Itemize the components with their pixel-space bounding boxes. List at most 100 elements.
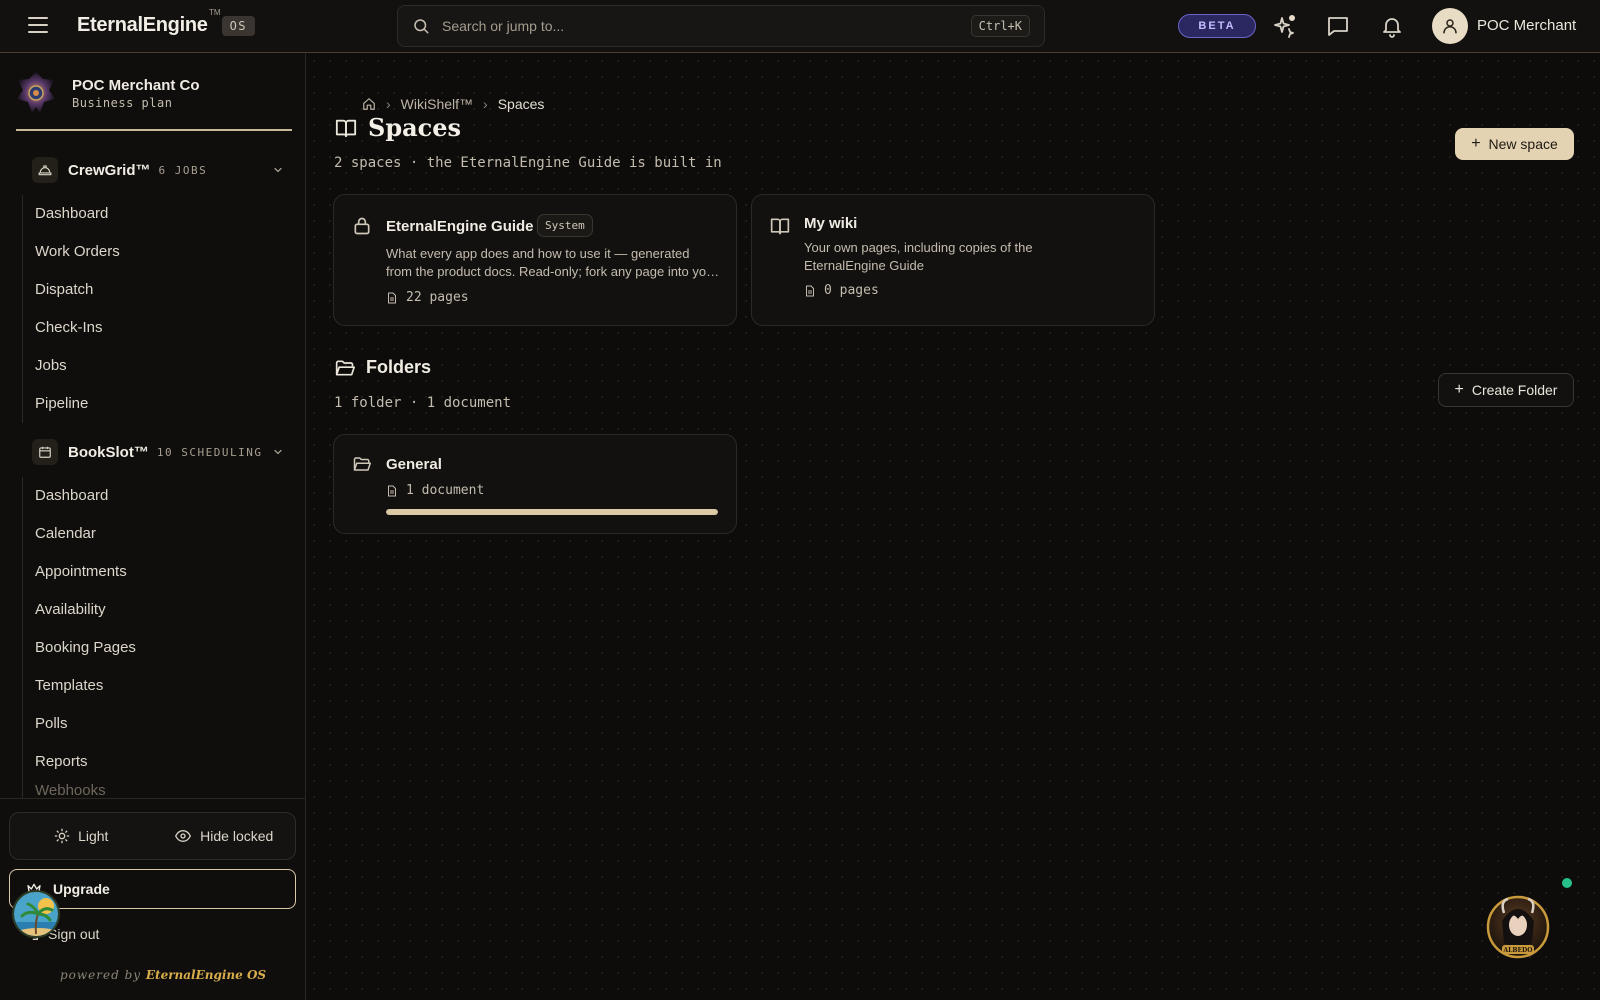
nav-bookslot-templates[interactable]: Templates [23, 667, 292, 705]
folder-card-general[interactable]: General 1 document [333, 434, 737, 534]
nav-bookslot-reports[interactable]: Reports [23, 743, 292, 781]
space-page-count: 22 pages [386, 290, 469, 305]
view-toggles: Light Hide locked [9, 812, 296, 860]
org-switcher[interactable]: POC Merchant Co Business plan [16, 71, 292, 131]
folders-subtitle: 1 folder · 1 document [334, 395, 512, 411]
folder-progress-bar [386, 509, 718, 515]
app-meta: 6 JOBS [158, 163, 208, 177]
home-icon[interactable] [362, 97, 376, 111]
powered-prefix: powered by [60, 968, 142, 982]
app-meta: 10 SCHEDULING [156, 445, 263, 459]
assistant-avatar-label: ALBEDO [1503, 947, 1533, 954]
breadcrumb: › WikiShelf™ › Spaces [362, 96, 544, 112]
brand-os-badge: OS [221, 15, 256, 36]
space-description-line2: from the product docs. Read-only; fork a… [386, 264, 720, 279]
sun-icon [54, 828, 70, 844]
folders-heading: Folders [334, 357, 431, 378]
space-card-guide[interactable]: EternalEngine Guide System What every ap… [333, 194, 737, 326]
search-bar[interactable]: Ctrl+K [397, 5, 1045, 47]
space-description-line2: EternalEngine Guide [804, 258, 924, 273]
hardhat-icon [32, 157, 58, 183]
user-icon [1443, 19, 1457, 34]
chat-icon[interactable] [1326, 14, 1350, 38]
nav-bookslot-appointments[interactable]: Appointments [23, 553, 292, 591]
page-subtitle: 2 spaces · the EternalEngine Guide is bu… [334, 155, 722, 171]
document-icon [806, 285, 814, 296]
assistant-avatar-button[interactable]: ALBEDO [1486, 891, 1550, 961]
powered-brand: EternalEngine OS [145, 968, 267, 982]
app-bookslot[interactable]: BookSlot™ 10 SCHEDULING [32, 438, 290, 466]
folder-open-icon [353, 457, 371, 471]
lock-icon [354, 217, 370, 235]
nav-crewgrid-pipeline[interactable]: Pipeline [23, 385, 292, 423]
new-space-label: New space [1488, 136, 1558, 152]
system-badge: System [537, 214, 593, 237]
space-pages: 0 pages [824, 283, 879, 298]
assistant-avatar-icon: ALBEDO [1486, 895, 1550, 959]
powered-by: powered by EternalEngine OS [60, 968, 266, 982]
app-name: BookSlot™ [68, 443, 149, 461]
brand-trademark: TM [209, 8, 221, 17]
page-title: Spaces [334, 113, 461, 142]
theme-toggle[interactable]: Light [10, 813, 153, 859]
nav-bookslot-booking-pages[interactable]: Booking Pages [23, 629, 292, 667]
chevron-down-icon[interactable] [272, 446, 284, 458]
app-crewgrid[interactable]: CrewGrid™ 6 JOBS [32, 156, 290, 184]
sign-out-label: Sign out [48, 926, 100, 942]
upgrade-label: Upgrade [53, 881, 110, 897]
search-input[interactable] [442, 18, 971, 34]
space-title: My wiki [804, 215, 858, 232]
online-status-dot [1562, 878, 1572, 888]
hide-locked-toggle[interactable]: Hide locked [153, 813, 296, 859]
nav-crewgrid-dispatch[interactable]: Dispatch [23, 271, 292, 309]
theme-toggle-label: Light [78, 828, 109, 844]
brand-logo[interactable]: EternalEngine TM OS [77, 8, 256, 37]
nav-bookslot-calendar[interactable]: Calendar [23, 515, 292, 553]
new-space-button[interactable]: + New space [1455, 128, 1574, 160]
breadcrumb-spaces: Spaces [497, 96, 545, 112]
folder-docs: 1 document [406, 483, 485, 498]
org-logo-icon [17, 72, 55, 113]
bell-icon[interactable] [1380, 14, 1404, 38]
hide-locked-label: Hide locked [200, 828, 274, 844]
space-page-count: 0 pages [804, 283, 879, 298]
nav-bookslot-availability[interactable]: Availability [23, 591, 292, 629]
folder-open-icon [335, 360, 355, 375]
page-title-text: Spaces [368, 113, 462, 142]
document-icon [388, 485, 396, 496]
nav-crewgrid-check-ins[interactable]: Check-Ins [23, 309, 292, 347]
chevron-down-icon[interactable] [272, 164, 284, 176]
sparkle-icon[interactable] [1273, 14, 1297, 38]
app-name: CrewGrid™ [68, 161, 151, 179]
user-name[interactable]: POC Merchant [1477, 17, 1576, 34]
book-open-icon [335, 119, 357, 137]
nav-bookslot-polls[interactable]: Polls [23, 705, 292, 743]
folder-doc-count: 1 document [386, 483, 484, 498]
brand-name: EternalEngine [77, 14, 208, 36]
org-name: POC Merchant Co [72, 77, 200, 94]
nav-crewgrid-work-orders[interactable]: Work Orders [23, 233, 292, 271]
space-pages: 22 pages [406, 290, 469, 305]
beta-badge: BETA [1178, 14, 1256, 38]
calendar-icon [32, 439, 58, 465]
search-shortcut: Ctrl+K [970, 15, 1030, 37]
crewgrid-nav: Dashboard Work Orders Dispatch Check-Ins… [22, 195, 292, 423]
org-plan: Business plan [72, 96, 173, 110]
top-bar: EternalEngine TM OS Ctrl+K BETA POC Merc… [0, 0, 1600, 53]
space-title: EternalEngine Guide [386, 218, 534, 235]
workspace-avatar[interactable] [12, 890, 60, 938]
breadcrumb-wikishelf[interactable]: WikiShelf™ [401, 96, 473, 112]
space-card-my-wiki[interactable]: My wiki Your own pages, including copies… [751, 194, 1155, 326]
user-avatar[interactable] [1432, 8, 1468, 44]
folder-title: General [386, 456, 442, 473]
create-folder-button[interactable]: + Create Folder [1438, 373, 1574, 407]
sidebar: POC Merchant Co Business plan CrewGrid™ … [0, 53, 306, 1000]
hamburger-icon[interactable] [28, 17, 48, 35]
nav-bookslot-dashboard[interactable]: Dashboard [23, 477, 292, 515]
main-content: › WikiShelf™ › Spaces Spaces 2 spaces · … [306, 53, 1600, 1000]
search-icon [414, 19, 429, 34]
nav-crewgrid-dashboard[interactable]: Dashboard [23, 195, 292, 233]
nav-crewgrid-jobs[interactable]: Jobs [23, 347, 292, 385]
document-icon [388, 292, 396, 303]
space-description-line1: Your own pages, including copies of the [804, 240, 1033, 255]
